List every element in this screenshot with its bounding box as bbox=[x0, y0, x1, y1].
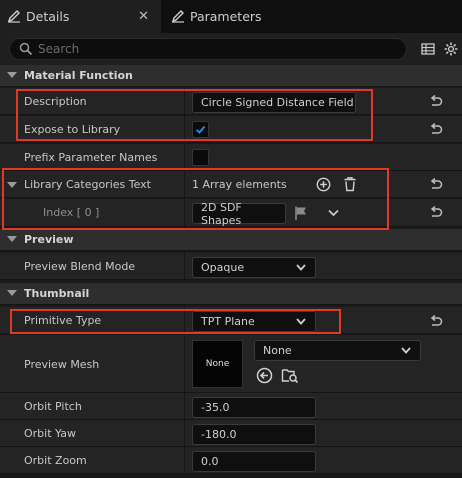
prop-row-index-0: Index [ 0 ] 2D SDF Shapes bbox=[0, 199, 462, 227]
section-title: Material Function bbox=[24, 69, 133, 82]
prop-row-orbit-pitch: Orbit Pitch -35.0 bbox=[0, 393, 462, 420]
prop-row-prefix-parameter-names: Prefix Parameter Names bbox=[0, 144, 462, 171]
dropdown-value: TPT Plane bbox=[201, 315, 255, 328]
orbit-yaw-field[interactable]: -180.0 bbox=[192, 424, 316, 445]
table-view-icon[interactable] bbox=[420, 41, 436, 57]
chevron-down-icon bbox=[296, 264, 306, 271]
preview-mesh-thumbnail[interactable]: None bbox=[192, 340, 243, 388]
close-icon[interactable]: ✕ bbox=[138, 9, 149, 24]
pencil-icon bbox=[7, 10, 20, 23]
column-divider bbox=[184, 420, 185, 446]
expand-arrow-icon[interactable] bbox=[7, 182, 17, 188]
chevron-down-icon[interactable] bbox=[328, 209, 339, 217]
tab-details[interactable]: Details ✕ bbox=[0, 0, 161, 33]
index-0-field[interactable]: 2D SDF Shapes bbox=[192, 201, 286, 227]
prop-label: Orbit Pitch bbox=[24, 400, 82, 413]
tab-parameters[interactable]: Parameters bbox=[164, 0, 284, 33]
prefix-parameter-names-checkbox[interactable] bbox=[192, 149, 209, 166]
trash-icon[interactable] bbox=[343, 176, 357, 192]
search-icon bbox=[19, 42, 33, 56]
array-count: 1 Array elements bbox=[192, 178, 287, 191]
prop-row-library-categories-text: Library Categories Text 1 Array elements bbox=[0, 171, 462, 198]
settings-gear-icon[interactable] bbox=[443, 41, 459, 57]
chevron-down-icon bbox=[401, 347, 411, 354]
use-selected-asset-icon[interactable] bbox=[256, 367, 273, 384]
prop-row-orbit-yaw: Orbit Yaw -180.0 bbox=[0, 420, 462, 447]
description-field[interactable]: Circle Signed Distance Field bbox=[192, 92, 356, 113]
prop-label: Description bbox=[24, 95, 87, 108]
prop-row-orbit-zoom: Orbit Zoom 0.0 bbox=[0, 447, 462, 474]
column-divider bbox=[184, 199, 185, 226]
prop-label: Orbit Zoom bbox=[24, 454, 87, 467]
collapse-arrow-icon bbox=[7, 236, 17, 242]
pencil-icon bbox=[171, 10, 184, 23]
prop-row-description: Description Circle Signed Distance Field bbox=[0, 88, 462, 115]
tab-details-label: Details bbox=[26, 9, 70, 24]
orbit-zoom-field[interactable]: 0.0 bbox=[192, 451, 316, 472]
prop-row-primitive-type: Primitive Type TPT Plane bbox=[0, 307, 462, 334]
section-material-function[interactable]: Material Function bbox=[0, 65, 462, 87]
tab-bar: Details ✕ Parameters bbox=[0, 0, 462, 33]
column-divider bbox=[184, 253, 185, 279]
prop-label: Index [ 0 ] bbox=[43, 206, 100, 219]
section-preview[interactable]: Preview bbox=[0, 229, 462, 251]
section-title: Preview bbox=[24, 233, 74, 246]
checkmark-icon bbox=[195, 125, 206, 134]
details-toolbar bbox=[0, 33, 462, 65]
column-divider bbox=[184, 171, 185, 197]
prop-row-preview-blend-mode: Preview Blend Mode Opaque bbox=[0, 253, 462, 280]
collapse-arrow-icon bbox=[7, 72, 17, 78]
collapse-arrow-icon bbox=[7, 290, 17, 296]
search-input[interactable] bbox=[38, 42, 378, 56]
prop-label: Prefix Parameter Names bbox=[24, 151, 158, 164]
reset-arrow-icon[interactable] bbox=[428, 123, 444, 137]
prop-label: Primitive Type bbox=[24, 314, 102, 327]
reset-arrow-icon[interactable] bbox=[428, 95, 444, 109]
dropdown-value: Opaque bbox=[201, 261, 245, 274]
section-title: Thumbnail bbox=[24, 287, 90, 300]
section-thumbnail[interactable]: Thumbnail bbox=[0, 283, 462, 305]
primitive-type-dropdown[interactable]: TPT Plane bbox=[192, 311, 316, 332]
reset-arrow-icon[interactable] bbox=[428, 315, 444, 329]
column-divider bbox=[184, 335, 185, 392]
prop-label: Preview Mesh bbox=[24, 358, 100, 371]
orbit-pitch-field[interactable]: -35.0 bbox=[192, 397, 316, 418]
dropdown-value: None bbox=[263, 344, 292, 357]
column-divider bbox=[184, 116, 185, 142]
prop-label: Library Categories Text bbox=[24, 178, 151, 191]
expose-to-library-checkbox[interactable] bbox=[192, 121, 209, 138]
browse-asset-icon[interactable] bbox=[281, 367, 299, 384]
tab-parameters-label: Parameters bbox=[190, 9, 262, 24]
search-box[interactable] bbox=[9, 38, 407, 60]
column-divider bbox=[184, 144, 185, 170]
prop-label: Preview Blend Mode bbox=[24, 260, 136, 273]
chevron-down-icon bbox=[296, 318, 306, 325]
flag-icon[interactable] bbox=[293, 205, 309, 221]
prop-row-expose-to-library: Expose to Library bbox=[0, 116, 462, 143]
column-divider bbox=[184, 447, 185, 473]
preview-blend-mode-dropdown[interactable]: Opaque bbox=[192, 257, 316, 278]
preview-mesh-dropdown[interactable]: None bbox=[254, 340, 421, 361]
column-divider bbox=[184, 88, 185, 114]
reset-arrow-icon[interactable] bbox=[428, 206, 444, 220]
prop-label: Orbit Yaw bbox=[24, 427, 76, 440]
column-divider bbox=[184, 393, 185, 419]
add-element-icon[interactable] bbox=[316, 177, 331, 192]
reset-arrow-icon[interactable] bbox=[428, 178, 444, 192]
prop-label: Expose to Library bbox=[24, 123, 121, 136]
column-divider bbox=[184, 307, 185, 333]
